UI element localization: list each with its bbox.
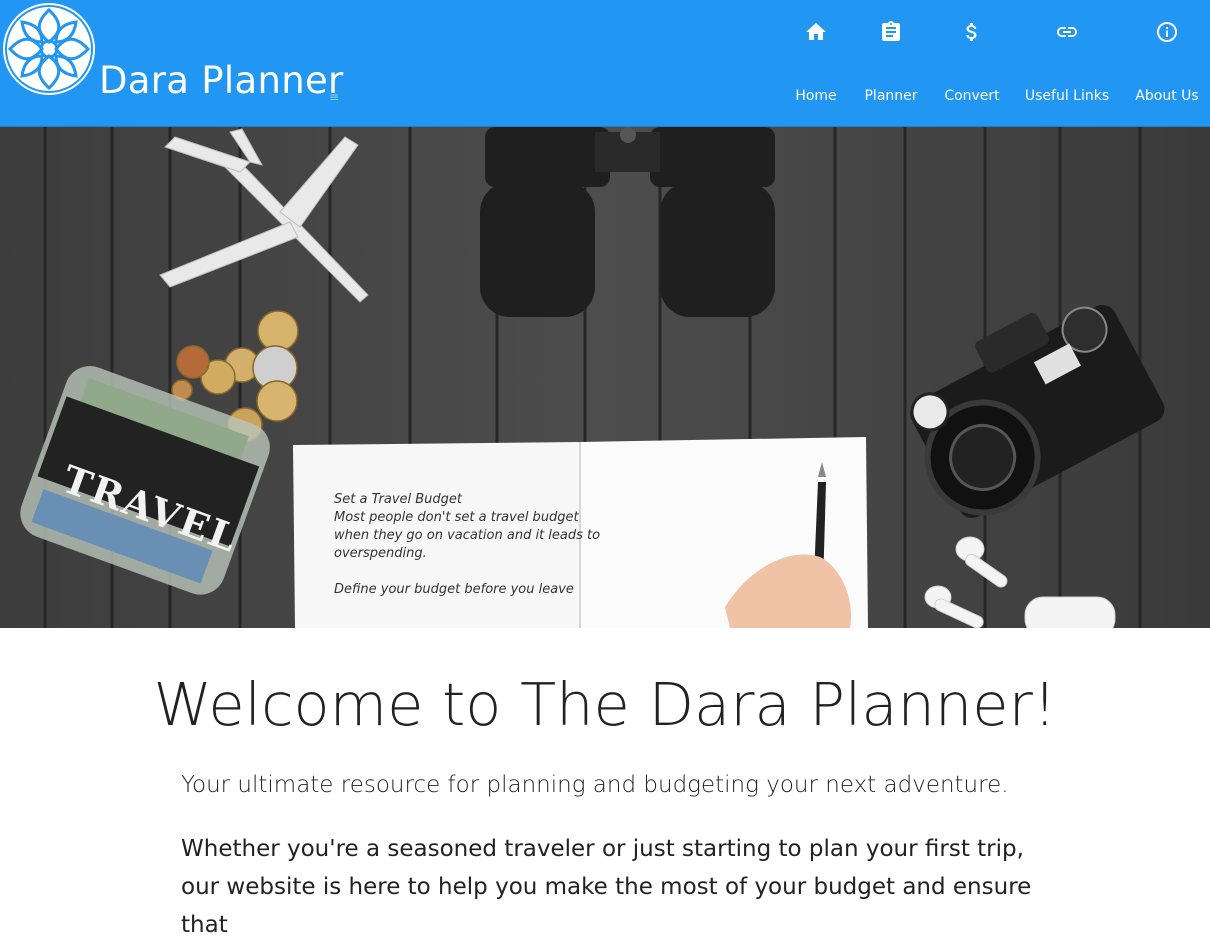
navbar: Dara Planner ≡ Home Planner Convert Usef… [0,0,1210,127]
nav-home[interactable]: Home [790,0,842,127]
nav-about-us[interactable]: About Us [1128,0,1206,127]
celtic-knot-logo[interactable] [2,2,96,96]
nav-home-label: Home [795,88,837,104]
page-title: Welcome to The Dara Planner! [153,670,1057,739]
nav-about-us-label: About Us [1135,88,1199,104]
nav-planner-label: Planner [864,88,918,104]
home-icon [806,23,826,40]
notebook-text: Set a Travel Budget Most people don't se… [334,491,601,599]
brand-name[interactable]: Dara Planner [99,62,344,99]
note-line: Define your budget before you leave [334,582,574,597]
note-line: when they go on vacation and it leads to [334,528,601,543]
nav-convert[interactable]: Convert [938,0,1006,127]
lead-text: Your ultimate resource for planning and … [181,772,1009,798]
hero-illustration [0,127,1210,628]
hero-image: TRAVEL Set a Travel Budget Most people d… [0,127,1210,628]
intro-paragraph: Whether you're a seasoned traveler or ju… [181,836,1032,938]
nav-convert-label: Convert [944,88,1000,104]
clipboard-icon [882,21,900,41]
link-icon [1057,27,1077,37]
note-line: overspending. [334,546,427,561]
hamburger-icon[interactable]: ≡ [329,91,339,103]
note-line: Most people don't set a travel budget [334,510,579,525]
note-line [334,563,594,581]
nav-useful-links-label: Useful Links [1024,88,1110,104]
note-line: Set a Travel Budget [334,492,463,507]
dollar-icon [966,23,977,41]
main-content: Welcome to The Dara Planner! Your ultima… [0,628,1210,938]
nav-planner[interactable]: Planner [860,0,922,127]
nav-useful-links[interactable]: Useful Links [1022,0,1112,127]
info-icon [1157,22,1177,42]
